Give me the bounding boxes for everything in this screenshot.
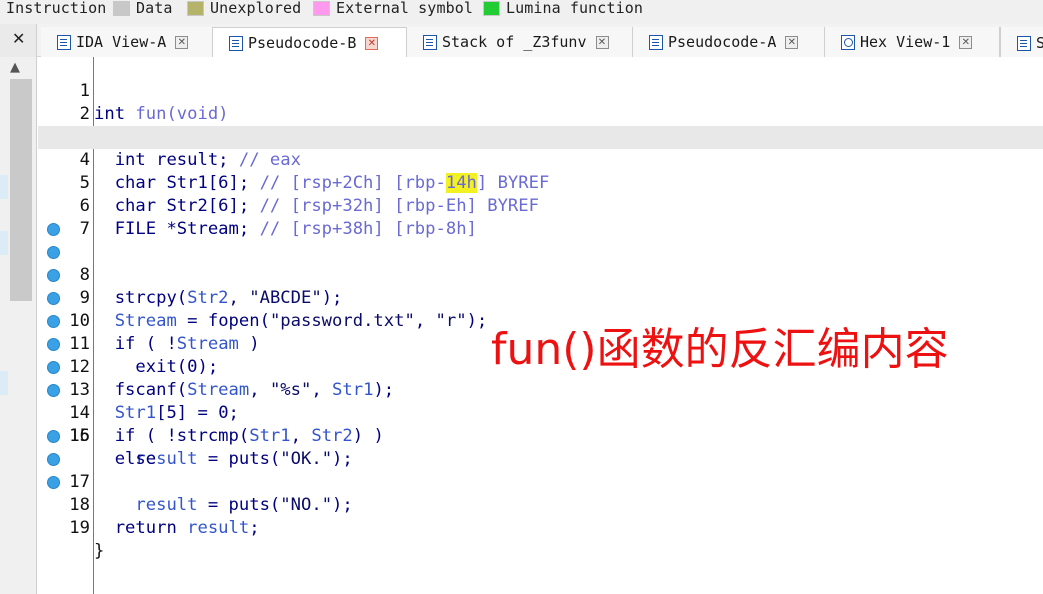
breakpoint-icon[interactable] [47,453,60,466]
listing-icon [229,35,243,51]
legend-label: External symbol [336,0,473,17]
breakpoint-icon[interactable] [47,384,60,397]
vertical-scrollbar[interactable]: ▲ [0,57,37,594]
code-line[interactable]: 9 Stream = fopen("password.txt", "r"); [38,241,1043,331]
hex-icon [841,34,855,50]
breakpoint-icon[interactable] [47,315,60,328]
legend-swatch-lumina [483,0,500,16]
code-line[interactable]: 11 exit(0); [38,287,1043,377]
code-text: return result; [114,518,260,538]
tab-label: IDA View-A [76,33,167,51]
breakpoint-icon[interactable] [47,269,60,282]
tab-close-icon[interactable]: ✕ [365,36,379,50]
close-icon: ✕ [12,29,26,48]
breakpoint-icon[interactable] [47,476,60,489]
legend-lumina-function: Lumina function [483,0,643,17]
legend-swatch-unexplored [187,0,204,16]
code-line[interactable]: 17 result = puts("NO."); [38,425,1043,515]
tab-label: S [1036,34,1043,52]
code-line[interactable]: 19 } [38,471,1043,561]
legend-label: Lumina function [506,0,643,17]
tab-structures[interactable]: S [1000,27,1043,57]
annotation-text: fun()函数的反汇编内容 [491,324,949,375]
code-text: result = puts("NO."); [135,495,353,515]
tab-close-icon[interactable]: ✕ [595,35,609,49]
code-line[interactable]: 7 [38,195,1043,239]
code-line-current[interactable]: 4 char Str1[6]; // [rsp+2Ch] [rbp-14h] B… [38,126,1043,193]
tab-ida-view-a[interactable]: IDA View-A ✕ [41,27,213,57]
scroll-marker [0,231,8,255]
tab-close-icon[interactable]: ✕ [175,35,189,49]
code-line[interactable]: 18 return result; [38,448,1043,538]
listing-icon [57,34,71,50]
code-line[interactable]: 6 FILE *Stream; // [rsp+38h] [rbp-8h] [38,172,1043,239]
legend-instruction: Instruction [6,0,107,17]
code-line[interactable]: 16 else [38,402,1043,469]
code-text: } [94,541,105,561]
tab-label: Pseudocode-B [248,34,357,52]
code-line[interactable]: 10 if ( !Stream ) [38,264,1043,354]
legend-label: Instruction [6,0,107,17]
breakpoint-icon[interactable] [47,430,60,443]
tab-close-icon[interactable]: ✕ [959,35,973,49]
scroll-marker [0,371,8,395]
code-line[interactable]: 2 { [38,80,1043,147]
tab-stack-of-z3funv[interactable]: Stack of _Z3funv ✕ [407,27,633,57]
struct-icon [1017,35,1031,51]
listing-icon [649,34,663,50]
legend-unexplored: Unexplored [187,0,302,17]
breakpoint-icon[interactable] [47,246,60,259]
tab-pseudocode-a[interactable]: Pseudocode-A ✕ [633,27,825,57]
code-line[interactable]: 8 strcpy(Str2, "ABCDE"); [38,218,1043,308]
legend-data: Data [113,0,173,17]
legend-external-symbol: External symbol [313,0,473,17]
legend-swatch-external [313,0,330,16]
tab-close-icon[interactable]: ✕ [785,35,799,49]
tab-hex-view-1[interactable]: Hex View-1 ✕ [825,27,1000,57]
code-line[interactable]: 1 int fun(void) [38,57,1043,124]
breakpoint-icon[interactable] [47,361,60,374]
legend-bar: Instruction Data Unexplored External sym… [0,0,1043,24]
panel-close-button[interactable]: ✕ [0,24,37,57]
listing-icon [423,34,437,50]
code-line[interactable]: 15 result = puts("OK."); [38,379,1043,469]
tab-label: Hex View-1 [860,33,951,51]
breakpoint-icon[interactable] [47,223,60,236]
breakpoint-icon[interactable] [47,292,60,305]
scroll-up-arrow-icon[interactable]: ▲ [10,60,20,75]
line-number: 19 [69,518,90,538]
tab-label: Stack of _Z3funv [442,33,587,51]
scrollbar-thumb[interactable] [10,79,32,301]
legend-swatch-data [113,0,130,16]
code-line[interactable]: 3 int result; // eax [38,103,1043,170]
tab-pseudocode-b[interactable]: Pseudocode-B ✕ [212,27,407,58]
legend-label: Unexplored [210,0,302,17]
breakpoint-icon[interactable] [47,338,60,351]
tab-bar: ✕ IDA View-A ✕ Pseudocode-B ✕ Stack of _… [0,24,1043,58]
tab-label: Pseudocode-A [668,33,777,51]
legend-label: Data [136,0,173,17]
scroll-marker [0,175,8,199]
code-line[interactable]: 5 char Str2[6]; // [rsp+32h] [rbp-Eh] BY… [38,149,1043,216]
